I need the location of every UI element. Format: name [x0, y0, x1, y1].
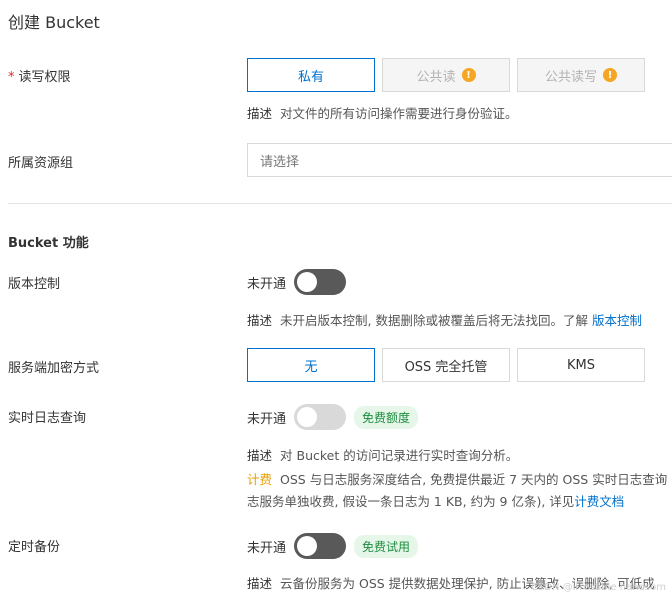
- realtime-log-description: 描述对 Bucket 的访问记录进行实时查询分析。: [247, 448, 519, 463]
- realtime-log-switch[interactable]: [294, 404, 347, 430]
- free-quota-badge: 免费额度: [354, 405, 419, 429]
- encryption-label: 服务端加密方式: [8, 361, 100, 376]
- versioning-toggle-row: 未开通: [247, 269, 347, 295]
- encryption-option-oss-managed[interactable]: OSS 完全托管: [382, 348, 510, 382]
- required-mark: *: [8, 70, 15, 85]
- versioning-label: 版本控制: [8, 277, 61, 292]
- page-title: 创建 Bucket: [8, 13, 100, 32]
- versioning-state: 未开通: [247, 276, 287, 292]
- acl-label: * 读写权限: [8, 70, 71, 85]
- realtime-log-fee: 计费 OSS 与日志服务深度结合, 免费提供最近 7 天内的 OSS 实时日志查询: [247, 472, 668, 487]
- warning-icon: !: [461, 68, 476, 82]
- acl-option-private[interactable]: 私有: [247, 58, 375, 92]
- backup-toggle-row: 未开通 免费试用: [247, 533, 419, 559]
- encryption-option-none[interactable]: 无: [247, 348, 375, 382]
- warning-icon: !: [603, 68, 617, 82]
- realtime-log-fee-line2: 志服务单独收费, 假设一条日志为 1 KB, 约为 9 亿条), 详见计费文档: [247, 494, 625, 509]
- realtime-log-label: 实时日志查询: [8, 411, 87, 426]
- acl-option-public-read-write[interactable]: 公共读写 !: [517, 58, 645, 92]
- versioning-description: 描述 未开启版本控制, 数据删除或被覆盖后将无法找回。了解 版本控制: [247, 313, 642, 328]
- divider: [8, 203, 672, 204]
- acl-option-public-read[interactable]: 公共读 !: [382, 58, 510, 92]
- section-title-features: Bucket 功能: [8, 236, 89, 251]
- backup-state: 未开通: [247, 540, 287, 556]
- free-trial-badge: 免费试用: [354, 534, 419, 558]
- encryption-option-kms[interactable]: KMS: [517, 348, 645, 382]
- watermark: CSDN @irrestible handsom: [530, 582, 666, 593]
- realtime-log-state: 未开通: [247, 411, 287, 427]
- versioning-doc-link[interactable]: 版本控制: [592, 313, 642, 328]
- resource-group-select[interactable]: 请选择: [247, 143, 672, 177]
- versioning-switch[interactable]: [294, 269, 347, 295]
- realtime-log-toggle-row: 未开通 免费额度: [247, 404, 419, 430]
- resource-group-label: 所属资源组: [8, 156, 74, 171]
- fee-doc-link[interactable]: 计费文档: [574, 494, 624, 509]
- acl-description: 描述 对文件的所有访问操作需要进行身份验证。: [247, 106, 518, 121]
- backup-label: 定时备份: [8, 540, 61, 555]
- fee-label: 计费: [247, 472, 273, 487]
- backup-switch[interactable]: [294, 533, 347, 559]
